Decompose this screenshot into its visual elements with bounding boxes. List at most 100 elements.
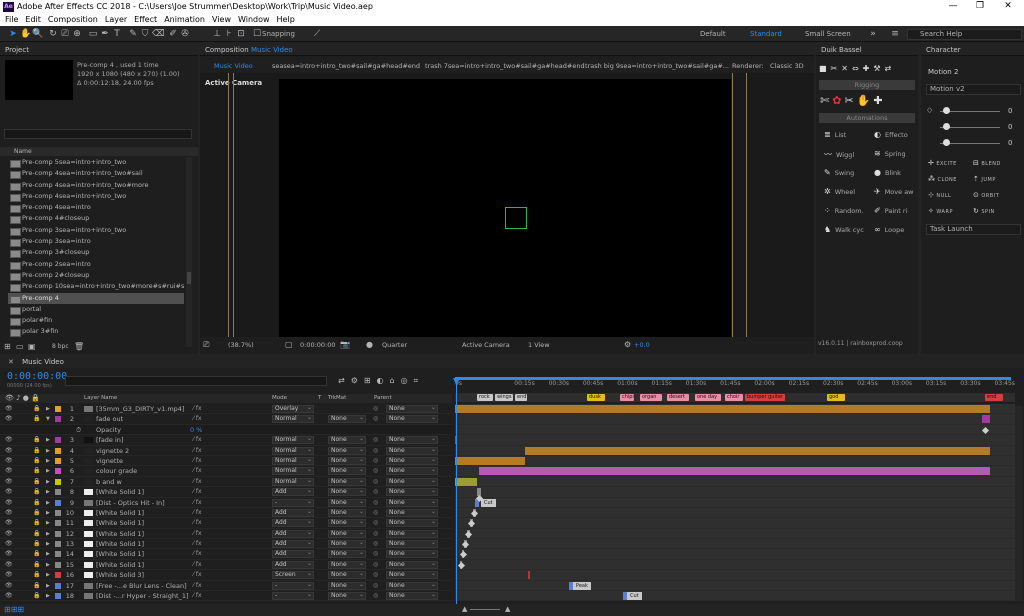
layer-name[interactable]: [Free -...e Blur Lens - Clean] [96,581,192,591]
rectangle-tool-icon[interactable]: ▭ [88,29,98,39]
project-search-input[interactable] [4,129,192,139]
timeline-current-time[interactable]: 0:00:00:00 [7,371,67,382]
project-panel-title[interactable]: Project [0,44,198,56]
visibility-eye-icon[interactable]: 👁 [5,414,13,424]
layer-name[interactable]: [Dist - Optics Hit - In] [96,498,192,508]
layer-mode-dropdown[interactable]: Normal [272,467,314,476]
workspace-default[interactable]: Default [700,30,726,38]
project-item[interactable]: Pre-comp 4 [8,292,184,304]
lock-icon[interactable]: 🔒 [33,446,40,456]
expand-triangle-icon[interactable]: ▶ [46,487,50,497]
layer-duration-bar[interactable] [455,456,525,465]
lock-icon[interactable]: 🔒 [33,549,40,559]
layer-row[interactable]: 👁 🔒 ▶ 1 [35mm_G3_DIRTY_v1.mp4]⁄ fx Overlay ◎ No… [0,404,452,415]
layer-switches-icon[interactable]: ⁄ fx [193,560,202,570]
timeline-toggle-icons[interactable]: ⊞⊞⊞ [4,605,24,614]
layer-label-color[interactable] [55,416,61,423]
lock-icon[interactable]: 🔒 [33,591,40,601]
duik-button-paintri[interactable]: ✐ Paint ri [874,206,907,215]
layer-name[interactable]: vignette 2 [96,446,192,456]
new-folder-icon[interactable]: ▭ [16,342,24,351]
layer-name[interactable]: [35mm_G3_DIRTY_v1.mp4] [96,404,192,414]
visibility-eye-icon[interactable]: 👁 [5,581,13,591]
project-scrollbar[interactable] [186,157,192,347]
current-time-display[interactable]: 0:00:00:00 [300,338,336,352]
duik-button-spring[interactable]: ≋ Spring [874,149,906,158]
motion-slider-1[interactable]: ◇ 0 [926,106,1021,116]
timeline-marker[interactable]: dusk [587,394,605,401]
timeline-scrollbar[interactable] [1015,406,1023,601]
automations-title[interactable]: Automations [819,113,915,123]
time-ruler[interactable]: 0s 00:15s 00:30s 00:45s 01:00s 01:15s 01:30s 01… [455,377,1015,392]
layer-row[interactable]: 👁 🔒 ▶ 6 colour grade⁄ fx Normal None ◎ None [0,466,452,477]
brush-tool-icon[interactable]: ✎ [128,29,138,39]
project-item[interactable]: Pre-comp 3#closeup [8,247,184,259]
layer-trkmat-dropdown[interactable]: None [328,436,366,445]
duik-panel-title[interactable]: Duik Bassel [816,44,918,56]
layer-mode-dropdown[interactable]: Add [272,519,314,528]
motion-slider-2[interactable]: 0 [926,122,1021,132]
layer-name[interactable]: fade out [96,414,192,424]
layer-switches-icon[interactable]: ⁄ fx [193,435,202,445]
project-item[interactable]: Pre-comp 2sea=intro [8,259,184,270]
layer-row[interactable]: 👁 🔒 ▶ 12 [White Solid 1]⁄ fx Add None ◎ None [0,529,452,540]
layer-row[interactable]: 👁 🔒 ▶ 10 [White Solid 1]⁄ fx Add None ◎ None [0,508,452,519]
project-item[interactable]: Pre-comp 3sea=intro [8,236,184,248]
exposure-value[interactable]: +0.0 [634,338,650,352]
layer-switches-icon[interactable]: ⁄ fx [193,518,202,528]
layer-trkmat-dropdown[interactable]: None [328,456,366,465]
puppet-pin-tool-icon[interactable]: ✇ [180,29,190,39]
layer-parent-dropdown[interactable]: None [386,446,438,455]
visibility-eye-icon[interactable]: 👁 [5,560,13,570]
rigging-title[interactable]: Rigging [819,80,915,90]
lock-icon[interactable]: 🔒 [33,477,40,487]
timeline-marker[interactable]: wings [495,394,513,401]
project-item[interactable]: Pre-comp 4sea=intro+intro_two#sail [8,168,184,180]
layer-label-color[interactable] [55,530,61,537]
layer-trkmat-dropdown[interactable]: None [328,415,366,424]
parent-pickwhip-icon[interactable]: ◎ [373,435,378,445]
lock-icon[interactable]: 🔒 [33,508,40,518]
layer-mode-dropdown[interactable]: Add [272,540,314,549]
timeline-marker[interactable]: god [827,394,845,401]
parent-pickwhip-icon[interactable]: ◎ [373,539,378,549]
layer-label-color[interactable] [55,499,61,506]
view-layout-dropdown[interactable]: 1 View [528,338,550,352]
layer-trkmat-dropdown[interactable]: None [328,592,366,601]
timeline-search-input[interactable] [65,376,327,386]
duik-button-list[interactable]: ≣ List [824,130,846,139]
layer-switches-icon[interactable]: ⁄ fx [193,591,202,601]
timeline-tab-label[interactable]: Music Video [22,358,64,366]
parent-pickwhip-icon[interactable]: ◎ [373,404,378,414]
snapping-checkbox-icon[interactable]: ☐ [252,29,262,39]
layer-name[interactable]: vignette [96,456,192,466]
project-scroll-thumb[interactable] [187,272,191,284]
timeline-marker[interactable]: choir [725,394,743,401]
visibility-eye-icon[interactable]: 👁 [5,466,13,476]
region-of-interest-icon[interactable]: ▢ [285,338,293,352]
layer-row[interactable]: 👁 🔒 ▶ 18 [Dist -...r Hyper - Straight_1] ⁄ fx… [0,591,452,602]
project-item[interactable]: Pre-comp 2#closeup [8,270,184,282]
magnification-dropdown[interactable]: (38.7%) [228,338,254,352]
property-value[interactable]: 0 % [190,425,286,435]
timeline-marker[interactable]: end [515,394,527,401]
layer-trkmat-dropdown[interactable]: None [328,477,366,486]
pan-behind-tool-icon[interactable]: ⊕ [72,29,82,39]
layer-duration-bar[interactable] [528,571,530,580]
layer-mode-dropdown[interactable]: Normal [272,477,314,486]
timeline-marker[interactable]: bumper guitar [745,394,785,401]
layer-trkmat-dropdown[interactable]: None [328,498,366,507]
layer-label-color[interactable] [55,447,61,454]
parent-pickwhip-icon[interactable]: ◎ [373,508,378,518]
expand-triangle-icon[interactable]: ▶ [46,591,50,601]
layer-mode-dropdown[interactable]: Normal [272,415,314,424]
visibility-eye-icon[interactable]: 👁 [5,487,13,497]
composition-viewer[interactable]: Active Camera [200,73,814,337]
layer-mode-dropdown[interactable]: Normal [272,446,314,455]
layer-parent-dropdown[interactable]: None [386,592,438,601]
lock-icon[interactable]: 🔒 [33,404,40,414]
layer-parent-dropdown[interactable]: None [386,405,438,413]
zoom-out-icon[interactable]: ▲ [462,605,467,613]
workspace-standard[interactable]: Standard [750,30,782,38]
layer-switches-icon[interactable]: ⁄ fx [193,446,202,456]
